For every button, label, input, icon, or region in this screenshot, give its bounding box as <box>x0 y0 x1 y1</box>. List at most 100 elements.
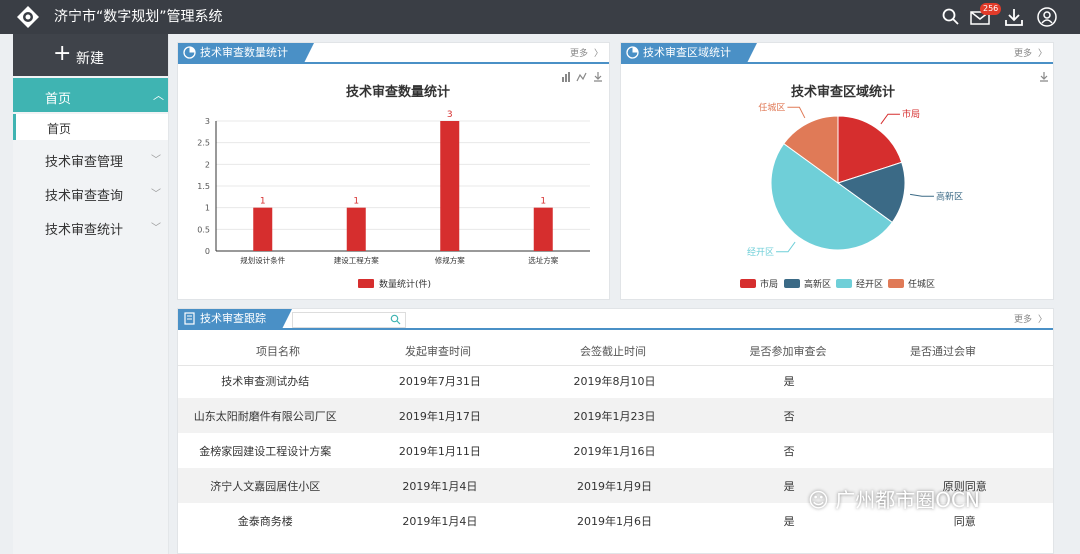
table-cell: 2019年1月16日 <box>573 444 656 458</box>
line-view-icon[interactable] <box>576 72 587 82</box>
wechat-icon: ☺ <box>808 488 829 512</box>
x-tick-label: 建设工程方案 <box>334 255 379 265</box>
legend-label: 高新区 <box>804 278 831 290</box>
chevron-down-icon: ﹀ <box>151 155 161 166</box>
tab-review-tracking[interactable]: 技术审查跟踪 <box>178 309 292 329</box>
table-cell: 2019年1月17日 <box>352 398 528 433</box>
table-cell: 2019年7月31日 <box>398 374 481 388</box>
legend-swatch[interactable] <box>358 279 374 288</box>
legend-label: 经开区 <box>856 278 883 290</box>
project-name-link[interactable]: 金榜家园建设工程设计方案 <box>178 433 353 468</box>
tab-label: 技术审查数量统计 <box>200 46 288 59</box>
top-bar: 济宁市“数字规划”管理系统 256 <box>0 0 1080 34</box>
search-icon[interactable] <box>390 314 401 325</box>
table-row[interactable]: 山东太阳耐磨件有限公司厂区 2019年1月17日 2019年1月23日 否 <box>178 398 1053 433</box>
save-image-icon[interactable] <box>1038 71 1050 83</box>
sidebar-item-review-statistics[interactable]: 技术审查统计 ﹀ <box>13 212 168 242</box>
more-link-label: 更多 <box>569 49 588 59</box>
sidebar-item-label: 技术审查统计 <box>45 223 124 238</box>
project-name-link[interactable]: 山东太阳耐磨件有限公司厂区 <box>178 398 353 433</box>
chevron-right-icon: 〉 <box>593 49 603 59</box>
tab-region-stats[interactable]: 技术审查区域统计 <box>621 43 757 63</box>
more-link-label: 更多 <box>1013 49 1032 59</box>
sidebar-item-review-query[interactable]: 技术审查查询 ﹀ <box>13 178 168 208</box>
app-logo-icon <box>17 6 39 28</box>
table-row[interactable]: 技术审查测试办结 2019年7月31日 2019年8月10日 是 <box>178 363 1053 398</box>
bar-chart: 0 0.5 1 1.5 2 2.5 3 1 规划设计条件 1 建设工程方案 3 修规方案 1 选址方案数量统… <box>197 110 590 290</box>
table-cell: 否 <box>701 398 877 433</box>
sidebar-item-label: 技术审查管理 <box>45 155 124 170</box>
bar-value-label: 1 <box>353 197 359 207</box>
legend-swatch[interactable] <box>888 279 904 288</box>
legend-swatch[interactable] <box>784 279 800 288</box>
y-tick-label: 2.5 <box>197 139 210 148</box>
legend-label: 数量统计(件) <box>379 278 431 290</box>
table-cell <box>876 398 1053 433</box>
bar[interactable] <box>346 207 366 251</box>
search-input[interactable] <box>292 312 406 328</box>
more-link[interactable]: 更多〉 <box>1014 312 1047 325</box>
mail-badge: 256 <box>980 3 1002 15</box>
table-cell: 2019年1月6日 <box>577 514 653 528</box>
sidebar-subitem-home[interactable]: 首页 <box>13 114 168 140</box>
project-name-link[interactable]: 济宁人文嘉园居住小区 <box>178 468 353 503</box>
legend-swatch[interactable] <box>740 279 756 288</box>
chart-toolbox <box>562 72 602 82</box>
save-image-icon[interactable] <box>594 72 602 82</box>
new-button[interactable]: + 新建 <box>13 34 168 76</box>
pie-slice-label: 市局 <box>902 108 920 120</box>
bar[interactable] <box>253 207 273 251</box>
chevron-right-icon: 〉 <box>1037 49 1047 59</box>
chevron-down-icon: ﹀ <box>151 223 161 234</box>
sidebar-item-home[interactable]: 首页 ︿ <box>13 78 168 112</box>
column-header: 项目名称 <box>256 345 300 358</box>
tab-review-count[interactable]: 技术审查数量统计 <box>178 43 314 63</box>
bar-view-icon[interactable] <box>562 72 570 82</box>
table-cell: 2019年1月9日 <box>527 468 702 503</box>
y-tick-label: 0 <box>205 247 210 256</box>
table-header: 项目名称 发起审查时间 会签截止时间 是否参加审查会 是否通过会审 <box>178 335 1053 366</box>
x-tick-label: 选址方案 <box>528 255 558 265</box>
y-tick-label: 1 <box>205 204 210 213</box>
table-cell: 否 <box>783 444 795 458</box>
table-cell: 2019年1月4日 <box>402 514 478 528</box>
bar[interactable] <box>440 121 460 251</box>
legend-swatch[interactable] <box>836 279 852 288</box>
bar[interactable] <box>533 207 553 251</box>
table-row[interactable]: 金榜家园建设工程设计方案 2019年1月11日 2019年1月16日 否 <box>178 433 1053 468</box>
watermark: ☺ 广州都市圈OCN <box>808 484 980 513</box>
bar-value-label: 1 <box>260 197 266 207</box>
bar-chart-panel: 技术审查数量统计 更多〉 技术审查数量统计 0 0.5 1 1.5 2 2.5 3 1 规划设计… <box>177 42 610 300</box>
user-icon[interactable] <box>1036 6 1058 28</box>
table-cell: 2019年8月10日 <box>573 374 656 388</box>
download-icon[interactable] <box>1003 6 1025 28</box>
x-tick-label: 修规方案 <box>435 255 465 265</box>
column-header: 会签截止时间 <box>580 345 646 358</box>
bar-value-label: 1 <box>540 197 546 207</box>
y-tick-label: 1.5 <box>197 182 210 191</box>
project-name-link[interactable]: 技术审查测试办结 <box>178 363 353 398</box>
bar-value-label: 3 <box>447 110 453 120</box>
more-link[interactable]: 更多〉 <box>1014 46 1047 59</box>
new-button-label: 新建 <box>76 51 104 67</box>
sidebar-subitem-label: 首页 <box>47 122 72 136</box>
search-icon[interactable] <box>940 6 962 28</box>
tab-label: 技术审查区域统计 <box>643 46 731 59</box>
chart-title: 技术审查数量统计 <box>346 85 451 100</box>
chevron-up-icon: ︿ <box>153 89 164 102</box>
pie-slice-label: 任城区 <box>758 101 785 113</box>
pie-chart: 市局高新区经开区任城区市局 高新区 经开区 任城区 <box>740 101 963 290</box>
sidebar-item-review-management[interactable]: 技术审查管理 ﹀ <box>13 144 168 174</box>
panel-divider <box>178 328 1053 330</box>
table-cell: 2019年1月23日 <box>527 398 702 433</box>
legend-label: 任城区 <box>908 278 935 290</box>
chevron-right-icon: 〉 <box>1037 315 1047 325</box>
pie-chart-icon <box>626 46 639 59</box>
table-cell <box>876 433 1053 468</box>
sidebar-item-label: 首页 <box>45 92 72 107</box>
project-name-link[interactable]: 金泰商务楼 <box>178 503 353 538</box>
more-link[interactable]: 更多〉 <box>570 46 603 59</box>
pie-label-line <box>880 113 900 125</box>
pie-slice-label: 高新区 <box>936 190 963 202</box>
pie-slice-label: 经开区 <box>747 246 774 258</box>
